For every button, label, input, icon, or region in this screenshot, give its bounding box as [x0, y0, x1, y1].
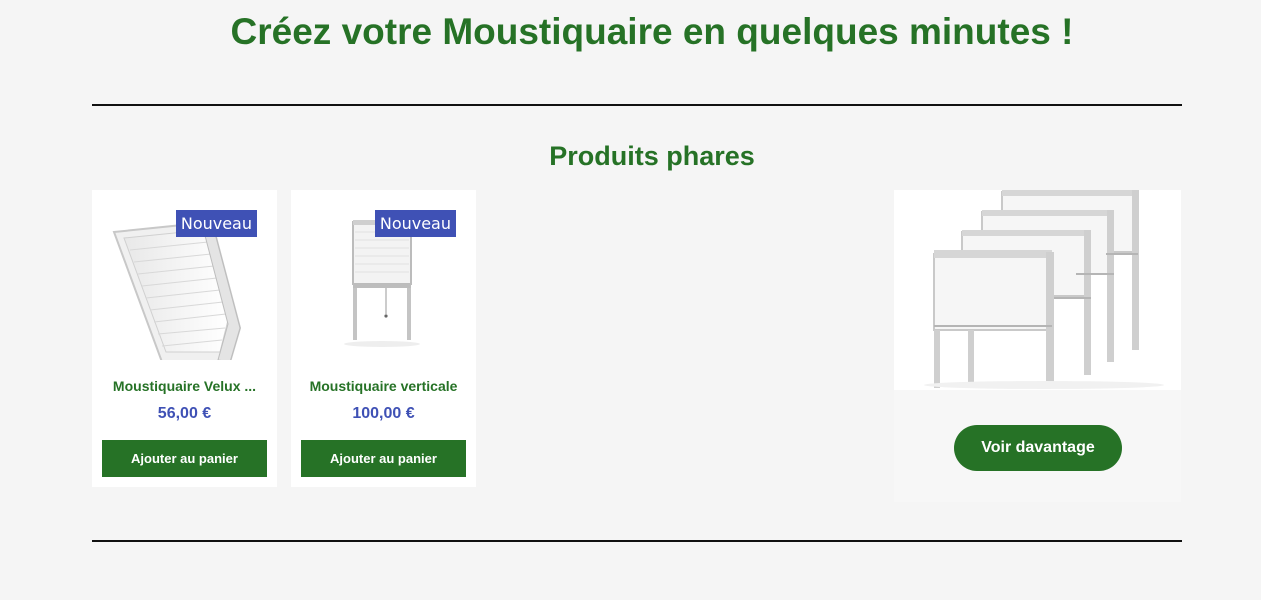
product-card-velux[interactable]: Nouveau Moustiquaire Velux ... 56,00 € A…: [92, 190, 277, 487]
see-more-button[interactable]: Voir davantage: [954, 425, 1122, 471]
bottom-divider: [92, 540, 1182, 542]
new-badge: Nouveau: [175, 210, 257, 237]
product-price: 100,00 €: [352, 405, 415, 422]
product-card-vertical[interactable]: Nouveau Moustiquaire verticale 100,00 € …: [291, 190, 476, 487]
add-to-cart-button[interactable]: Ajouter au panier: [102, 440, 267, 477]
product-price: 56,00 €: [157, 405, 212, 422]
top-divider: [92, 104, 1182, 106]
page: Créez votre Moustiquaire en quelques min…: [0, 0, 1261, 600]
promo-panel: Voir davantage: [894, 190, 1181, 502]
add-to-cart-button[interactable]: Ajouter au panier: [301, 440, 466, 477]
product-name[interactable]: Moustiquaire verticale: [301, 378, 466, 394]
new-badge: Nouveau: [374, 210, 456, 237]
page-title: Créez votre Moustiquaire en quelques min…: [230, 11, 1074, 52]
screens-group-icon: [894, 190, 1181, 390]
product-name[interactable]: Moustiquaire Velux ...: [102, 378, 267, 394]
featured-section-title: Produits phares: [549, 141, 755, 171]
